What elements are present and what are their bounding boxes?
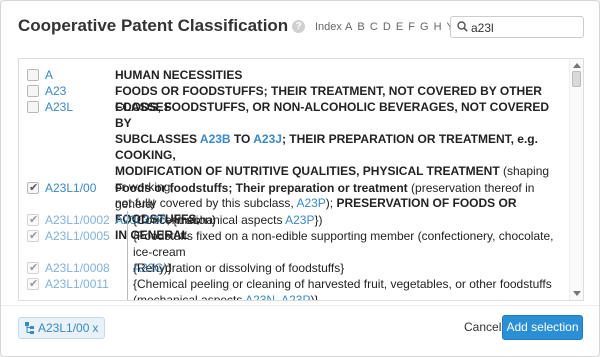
classification-tree: A HUMAN NECESSITIES A23 FOODS OR FOODSTU… <box>18 58 584 301</box>
title-text: Cooperative Patent Classification <box>18 16 289 35</box>
chip-label: A23L1/00 <box>38 321 90 335</box>
index-letter-d[interactable]: D <box>383 21 391 33</box>
desc-line: Foods or foodstuffs; Their preparation o… <box>115 180 560 212</box>
index-letter-h[interactable]: H <box>434 21 442 33</box>
desc-text: TO <box>230 132 254 146</box>
row-checkbox[interactable] <box>27 260 39 276</box>
cpc-dialog: Cooperative Patent Classification? Index… <box>0 0 600 357</box>
ref-link-a23b[interactable]: A23B <box>200 132 231 146</box>
chip-remove-icon[interactable]: x <box>92 321 98 335</box>
row-checkbox[interactable] <box>27 85 39 97</box>
add-selection-button[interactable]: Add selection <box>502 315 583 340</box>
row-description: {Rehydration or dissolving of foodstuffs… <box>133 261 345 275</box>
row-checkbox[interactable] <box>27 228 39 244</box>
row-description: HUMAN NECESSITIES <box>115 68 243 82</box>
ref-link-a23j[interactable]: A23J <box>253 132 282 146</box>
desc-line: {Foodstuffs fixed on a non-edible suppor… <box>133 229 554 259</box>
desc-text: SUBCLASSES <box>115 132 200 146</box>
desc-line: {Chemical peeling or cleaning of harvest… <box>133 277 552 291</box>
row-checkbox[interactable] <box>27 212 39 228</box>
desc-line: SUBCLASSES A23B TO A23J; THEIR PREPARATI… <box>115 131 560 163</box>
index-letter-g[interactable]: G <box>420 21 429 33</box>
index-letter-a[interactable]: A <box>345 21 352 33</box>
index-letter-b[interactable]: B <box>357 21 364 33</box>
desc-line: (mechanical aspects A23N, A23P)} <box>133 292 563 301</box>
row-checkbox[interactable] <box>27 69 39 81</box>
row-code[interactable]: A23L1/0008 <box>45 260 110 276</box>
selection-chip[interactable]: A23L1/00 x <box>18 317 106 339</box>
row-checkbox[interactable] <box>27 276 39 292</box>
cancel-button[interactable]: Cancel <box>464 320 501 334</box>
row-checkbox[interactable] <box>27 101 39 113</box>
ref-link-a23n[interactable]: A23N <box>245 293 275 300</box>
row-code[interactable]: A23L1/0005 <box>45 228 110 244</box>
index-letter-c[interactable]: C <box>370 21 378 33</box>
desc-text: (mechanical aspects <box>133 293 246 301</box>
index-letter-e[interactable]: E <box>396 21 403 33</box>
index-letter-f[interactable]: F <box>408 21 415 33</box>
dialog-title: Cooperative Patent Classification? <box>18 16 306 36</box>
index-label: Index <box>315 21 342 33</box>
index-letters: A B C D E F G H Y <box>345 21 456 33</box>
row-code[interactable]: A23L1/00 <box>45 180 96 196</box>
scroll-up-icon[interactable] <box>573 63 581 68</box>
search-value: a23l <box>471 21 494 35</box>
row-code[interactable]: A23 <box>45 83 66 99</box>
tree-scrollbar[interactable] <box>569 59 583 300</box>
dialog-header: Cooperative Patent Classification? Index… <box>1 1 599 51</box>
hierarchy-icon <box>25 322 34 334</box>
desc-text: Foods or foodstuffs; Their preparation o… <box>115 181 408 195</box>
row-checkbox[interactable] <box>27 180 39 196</box>
row-code[interactable]: A23L1/0002 <box>45 212 110 228</box>
desc-text: MODIFICATION OF NUTRITIVE QUALITIES, PHY… <box>115 164 500 178</box>
row-description: {Concentration} <box>133 213 216 227</box>
help-icon[interactable]: ? <box>292 20 306 33</box>
scroll-thumb[interactable] <box>572 71 581 87</box>
desc-line: FOODS, FOODSTUFFS, OR NON-ALCOHOLIC BEVE… <box>115 100 550 130</box>
desc-text: )} <box>310 293 319 301</box>
row-code[interactable]: A23L <box>45 99 73 115</box>
row-description: {Chemical peeling or cleaning of harvest… <box>133 276 563 301</box>
row-code[interactable]: A23L1/0011 <box>45 276 109 292</box>
row-code[interactable]: A <box>45 67 53 83</box>
ref-link-a23p[interactable]: A23P <box>281 293 310 300</box>
search-input[interactable]: a23l <box>450 16 584 38</box>
footer-divider <box>1 305 599 306</box>
search-icon <box>457 21 468 32</box>
tree-guide-line <box>127 211 128 300</box>
scroll-down-icon[interactable] <box>573 291 581 296</box>
